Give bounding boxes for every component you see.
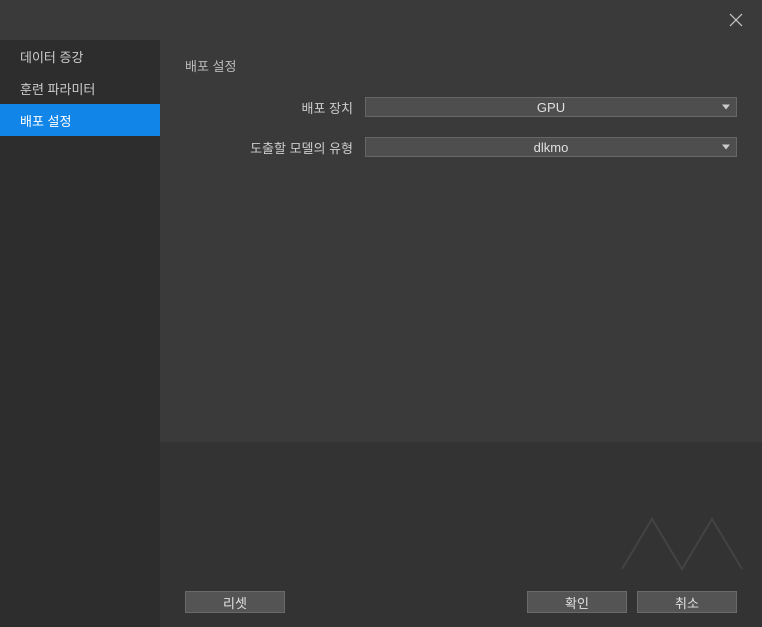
reset-button[interactable]: 리셋 — [185, 591, 285, 613]
button-label: 리셋 — [223, 593, 247, 612]
sidebar-item-label: 데이터 증강 — [20, 47, 83, 66]
sidebar-item-data-augmentation[interactable]: 데이터 증강 — [0, 40, 160, 72]
sidebar-item-training-parameters[interactable]: 훈련 파라미터 — [0, 72, 160, 104]
main-panel: 배포 설정 배포 장치 GPU 도출할 모델의 유형 dlkmo — [160, 40, 762, 627]
titlebar — [0, 0, 762, 40]
sidebar: 데이터 증강 훈련 파라미터 배포 설정 — [0, 40, 160, 627]
label-model-type: 도출할 모델의 유형 — [185, 138, 365, 157]
cancel-button[interactable]: 취소 — [637, 591, 737, 613]
label-device: 배포 장치 — [185, 98, 365, 117]
section-title: 배포 설정 — [185, 56, 737, 75]
close-button[interactable] — [728, 12, 744, 28]
chevron-down-icon — [722, 145, 730, 150]
close-icon — [728, 12, 744, 28]
form-row-model-type: 도출할 모델의 유형 dlkmo — [185, 137, 737, 157]
form-area: 배포 설정 배포 장치 GPU 도출할 모델의 유형 dlkmo — [160, 40, 762, 442]
button-label: 확인 — [565, 593, 589, 612]
button-label: 취소 — [675, 593, 699, 612]
sidebar-item-label: 훈련 파라미터 — [20, 79, 95, 98]
dropdown-value: GPU — [537, 100, 565, 115]
dropdown-device[interactable]: GPU — [365, 97, 737, 117]
form-row-device: 배포 장치 GPU — [185, 97, 737, 117]
dropdown-model-type[interactable]: dlkmo — [365, 137, 737, 157]
watermark-logo — [612, 509, 762, 592]
confirm-button[interactable]: 확인 — [527, 591, 627, 613]
sidebar-item-label: 배포 설정 — [20, 111, 71, 130]
footer: 리셋 확인 취소 — [160, 442, 762, 627]
sidebar-item-deployment-settings[interactable]: 배포 설정 — [0, 104, 160, 136]
dropdown-value: dlkmo — [534, 140, 569, 155]
chevron-down-icon — [722, 105, 730, 110]
